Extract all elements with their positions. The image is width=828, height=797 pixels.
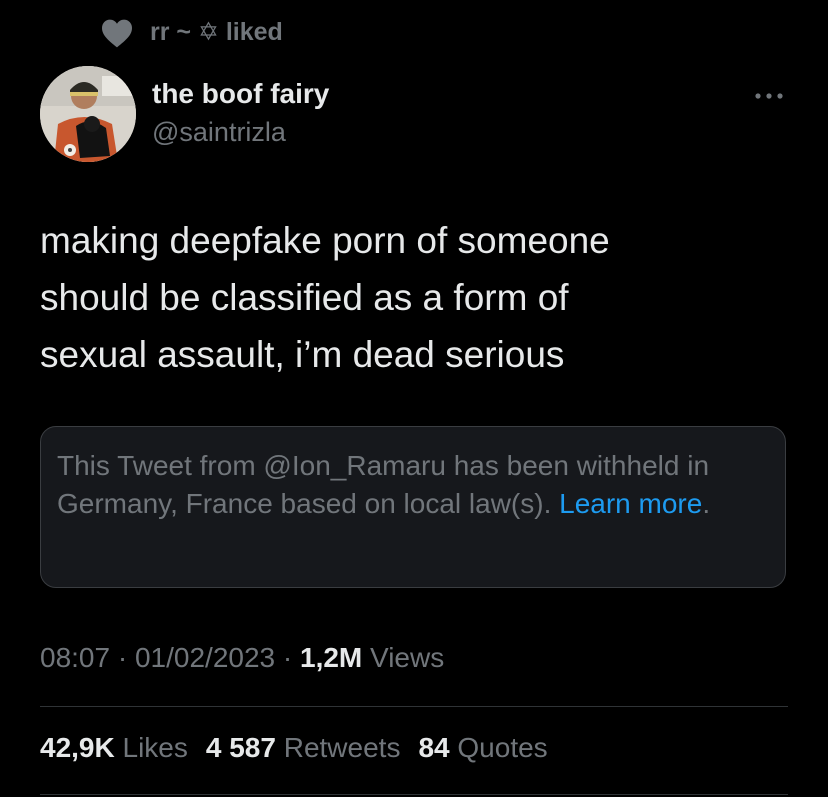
likes-label: Likes	[114, 732, 188, 763]
user-handle[interactable]: @saintrizla	[152, 114, 286, 150]
views-count: 1,2M	[300, 642, 363, 673]
quotes-count: 84	[418, 732, 450, 763]
avatar[interactable]	[40, 66, 136, 162]
tweet-text: making deepfake porn of someone should b…	[40, 220, 610, 375]
learn-more-link[interactable]: Learn more	[559, 488, 702, 519]
retweets-stat[interactable]: 4 587 Retweets	[206, 728, 401, 768]
tweet-date[interactable]: 01/02/2023	[135, 642, 275, 673]
avatar-image	[40, 66, 136, 162]
meta-separator: ·	[110, 642, 135, 673]
display-name[interactable]: the boof fairy	[152, 76, 329, 112]
retweets-count: 4 587	[205, 732, 276, 763]
likes-count: 42,9K	[40, 732, 115, 763]
divider	[40, 706, 788, 707]
likes-stat[interactable]: 42,9K Likes	[40, 728, 188, 768]
tweet-stats: 42,9K Likes 4 587 Retweets 84 Quotes	[40, 728, 548, 768]
tweet-time[interactable]: 08:07	[40, 642, 110, 673]
more-icon[interactable]	[752, 88, 786, 104]
divider	[40, 794, 788, 795]
tweet-meta: 08:07 · 01/02/2023 · 1,2M Views	[40, 638, 444, 678]
withheld-notice: This Tweet from @Ion_Ramaru has been wit…	[40, 426, 786, 588]
meta-separator: ·	[275, 642, 300, 673]
heart-icon	[102, 19, 132, 48]
quotes-label: Quotes	[449, 732, 548, 763]
social-context-label[interactable]: rr ~ ✡ liked	[150, 14, 283, 50]
retweets-label: Retweets	[275, 732, 401, 763]
views-label: Views	[362, 642, 445, 673]
withheld-notice-text: This Tweet from @Ion_Ramaru has been wit…	[57, 447, 771, 523]
quotes-stat[interactable]: 84 Quotes	[418, 728, 547, 768]
withheld-trailing-period: .	[702, 488, 711, 519]
